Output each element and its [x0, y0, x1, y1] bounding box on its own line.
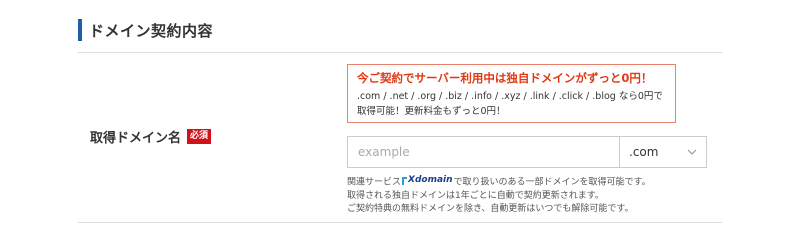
free-domain-promo-box: 今ご契約でサーバー利用中は独自ドメインがずっと0円！ .com / .net /… — [347, 64, 676, 123]
section-divider-top — [78, 52, 722, 53]
tld-selected-value: .com — [629, 145, 659, 159]
domain-notes: 関連サービス Xdomain で取り扱いのある一部ドメインを取得可能です。 取得され… — [347, 174, 651, 216]
section-header: ドメイン契約内容 — [78, 18, 213, 42]
promo-title: 今ご契約でサーバー利用中は独自ドメインがずっと0円！ — [357, 71, 653, 85]
xdomain-logo-text: Xdomain — [408, 175, 453, 185]
required-badge: 必須 — [187, 129, 212, 144]
section-accent-bar — [78, 19, 82, 41]
notes-line-2: 取得される独自ドメインは1年ごとに自動で契約更新されます。 — [347, 190, 604, 201]
section-title: ドメイン契約内容 — [89, 21, 214, 40]
section-divider-bottom — [78, 222, 722, 223]
chevron-down-icon — [687, 149, 697, 155]
tld-select[interactable]: .com — [619, 136, 707, 168]
xdomain-logo: Xdomain — [402, 174, 453, 187]
notes-line-1-suffix: で取り扱いのある一部ドメインを取得可能です。 — [453, 177, 651, 188]
notes-line-3: ご契約特典の無料ドメインを除き、自動更新はいつでも解除可能です。 — [347, 203, 634, 214]
domain-name-label: 取得ドメイン名 — [90, 131, 182, 146]
domain-name-row-label: 取得ドメイン名 必須 — [90, 127, 212, 146]
promo-body: .com / .net / .org / .biz / .info / .xyz… — [357, 91, 663, 117]
notes-line-1: 関連サービス Xdomain で取り扱いのある一部ドメインを取得可能です。 — [347, 174, 651, 190]
notes-line-1-prefix: 関連サービス — [347, 177, 402, 188]
xdomain-logo-mark-icon — [402, 176, 408, 185]
domain-name-input[interactable] — [347, 136, 619, 168]
